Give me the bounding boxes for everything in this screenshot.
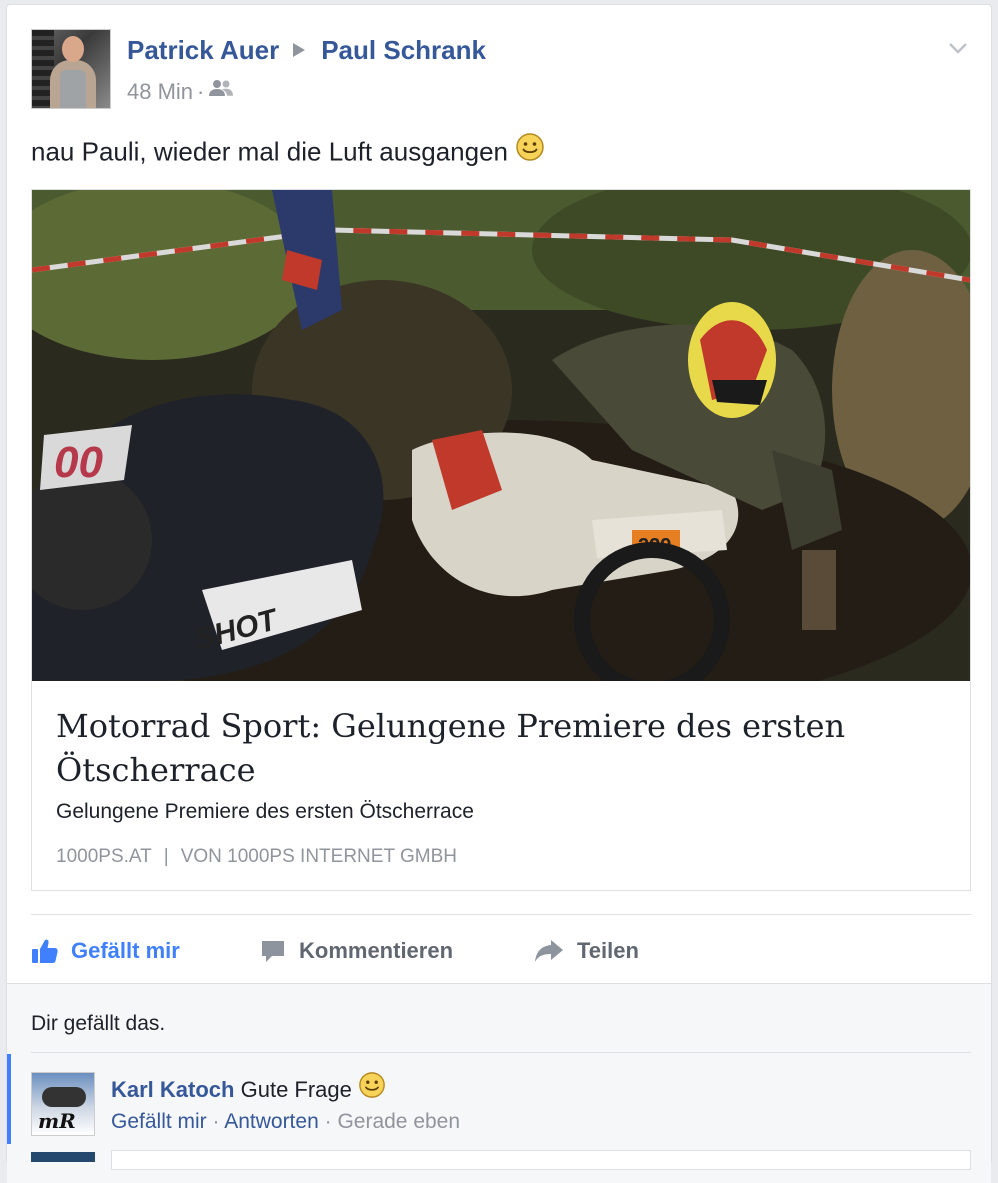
comment-timestamp[interactable]: Gerade eben [337,1110,460,1133]
link-byline: VON 1000PS INTERNET GMBH [180,846,457,867]
comment-body: Karl Katoch Gute Frage [111,1071,386,1108]
avatar-bike-shape [42,1087,86,1107]
status-text: nau Pauli, wieder mal die Luft ausgangen [31,136,508,167]
friends-icon[interactable] [208,77,234,103]
comment-text: Gute Frage [240,1076,352,1102]
link-description: Gelungene Premiere des ersten Ötscherrac… [56,800,474,823]
target-name-link[interactable]: Paul Schrank [321,35,486,65]
post-card: Patrick Auer Paul Schrank 48 Min · nau Pau… [6,4,992,1183]
comment-label: Kommentieren [299,938,454,963]
commenter-name-link[interactable]: Karl Katoch [111,1077,234,1102]
comment-input[interactable] [111,1150,971,1170]
post-status-text: nau Pauli, wieder mal die Luft ausgangen [31,132,545,172]
my-avatar [31,1152,95,1162]
author-name-link[interactable]: Patrick Auer [127,35,279,65]
actions-divider [31,914,971,915]
avatar-head [62,36,84,62]
avatar-logo-mr: mR [38,1109,76,1133]
thumbs-up-icon [32,939,58,963]
source-separator: | [163,846,169,867]
svg-text:00: 00 [54,438,103,487]
post-timestamp[interactable]: 48 Min [127,79,193,104]
avatar-shirt [60,70,86,108]
comment-action-separator: · [212,1110,225,1133]
link-domain: 1000PS.AT [56,846,152,867]
comment-icon [262,941,284,962]
comment-button[interactable]: Kommentieren [259,931,453,971]
post-header: Patrick Auer Paul Schrank 48 Min · [31,29,971,113]
post-meta: 48 Min · [127,79,234,106]
link-preview[interactable]: 00 SHOT 229 Motorrad Sport: Gelungene Pr… [31,189,971,891]
comment-like-link[interactable]: Gefällt mir [111,1110,207,1133]
smiley-icon [358,1071,386,1105]
post-author-line: Patrick Auer Paul Schrank [127,35,486,66]
chevron-down-icon[interactable] [947,37,969,59]
smiley-icon [515,132,545,169]
link-title[interactable]: Motorrad Sport: Gelungene Premiere des e… [56,704,946,792]
author-avatar[interactable] [31,29,111,109]
post-actions: Gefällt mir Kommentieren Teilen [31,931,971,971]
feedback-section: Dir gefällt das. mR Karl Katoch Gute Fra… [7,983,991,1183]
comments-divider [31,1052,971,1053]
arrow-right-icon [293,43,306,58]
share-label: Teilen [577,938,639,963]
share-arrow-icon [535,940,563,962]
comment-reply-link[interactable]: Antworten [224,1110,319,1133]
comment-actions: Gefällt mir · Antworten · Gerade eben [111,1110,460,1134]
new-comment-indicator [7,1054,11,1144]
like-button[interactable]: Gefällt mir [31,931,180,971]
enduro-photo-illustration: 00 SHOT 229 [32,190,970,681]
comment-action-separator: · [324,1110,338,1133]
meta-separator: · [197,79,205,104]
like-label: Gefällt mir [71,938,180,963]
likes-summary[interactable]: Dir gefällt das. [31,1012,165,1036]
link-photo[interactable]: 00 SHOT 229 [32,190,970,681]
link-source: 1000PS.AT | VON 1000PS INTERNET GMBH [56,846,457,868]
commenter-avatar[interactable]: mR [31,1072,95,1136]
share-button[interactable]: Teilen [533,931,639,971]
